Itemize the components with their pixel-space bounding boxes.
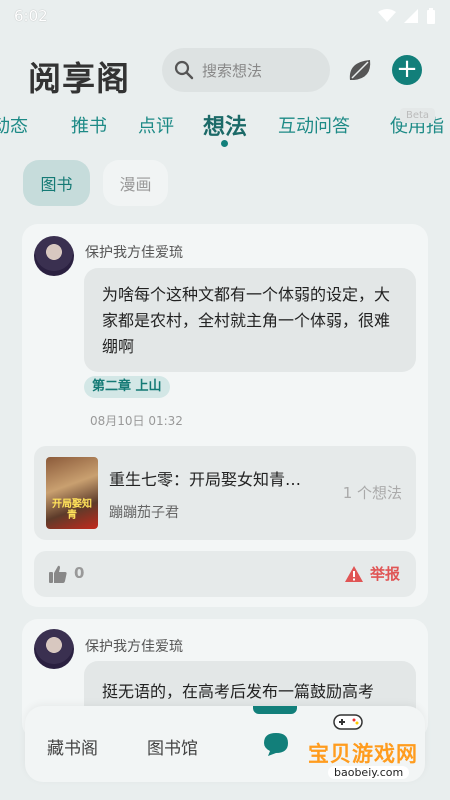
book-cover-title: 开局娶知青 xyxy=(52,499,92,521)
username[interactable]: 保护我方佳爱琉 xyxy=(85,636,183,656)
beta-badge: Beta xyxy=(400,108,436,123)
search-placeholder: 搜索想法 xyxy=(202,61,263,80)
username[interactable]: 保护我方佳爱琉 xyxy=(85,242,183,262)
tab-dongtai[interactable]: 动态 xyxy=(0,112,28,138)
idea-count: 1 个想法 xyxy=(342,484,402,502)
watermark-url: baobeiy.com xyxy=(328,766,410,779)
report-button[interactable]: 举报 xyxy=(344,563,400,584)
watermark: 宝贝游戏网 baobeiy.com xyxy=(298,710,438,790)
app-title: 阅享阁 xyxy=(28,59,130,98)
status-time: 6:02 xyxy=(14,7,48,25)
tab-tuishu[interactable]: 推书 xyxy=(71,112,107,138)
avatar[interactable] xyxy=(34,236,74,276)
book-card[interactable]: 开局娶知青 重生七零：开局娶女知青… 蹦蹦茄子君 1 个想法 xyxy=(34,446,416,540)
thumbs-up-icon[interactable] xyxy=(48,564,68,584)
signal-icon xyxy=(404,9,418,23)
action-bar: 0 举报 xyxy=(34,551,416,597)
warning-icon xyxy=(344,565,363,582)
post-date: 08月10日 01:32 xyxy=(90,414,183,428)
search-bar[interactable]: 搜索想法 xyxy=(162,48,330,92)
wifi-icon xyxy=(378,9,396,22)
search-icon xyxy=(174,60,194,80)
book-cover: 开局娶知青 xyxy=(46,457,98,529)
watermark-text: 宝贝游戏网 xyxy=(308,742,418,766)
category-books-button[interactable]: 图书 xyxy=(23,160,90,206)
report-label: 举报 xyxy=(369,565,400,583)
post-card: 保护我方佳爱琉 为啥每个这种文都有一个体弱的设定，大家都是农村，全村就主角一个体… xyxy=(22,224,428,607)
chapter-tag[interactable]: 第二章 上山 xyxy=(84,376,170,398)
book-title: 重生七零：开局娶女知青… xyxy=(109,470,302,489)
post-content[interactable]: 为啥每个这种文都有一个体弱的设定，大家都是农村，全村就主角一个体弱，很难绷啊 xyxy=(84,268,416,372)
nav-library[interactable]: 图书馆 xyxy=(147,734,198,759)
nav-bookshelf[interactable]: 藏书阁 xyxy=(47,734,98,759)
status-icons xyxy=(378,8,436,24)
add-button[interactable]: + xyxy=(392,55,422,85)
status-bar: 6:02 xyxy=(0,0,450,32)
nav-active-indicator xyxy=(253,706,297,714)
book-author: 蹦蹦茄子君 xyxy=(109,505,179,521)
category-comics-button[interactable]: 漫画 xyxy=(103,160,168,206)
header: 阅享阁 搜索想法 + xyxy=(0,42,450,100)
tab-hudong[interactable]: 互动问答 xyxy=(278,112,350,138)
chat-bubble-icon[interactable] xyxy=(262,731,290,757)
tab-dianping[interactable]: 点评 xyxy=(138,112,174,138)
active-tab-indicator xyxy=(221,140,228,147)
avatar[interactable] xyxy=(34,629,74,669)
like-count: 0 xyxy=(74,564,85,582)
tab-xiangfa[interactable]: 想法 xyxy=(203,109,247,141)
battery-icon xyxy=(427,8,435,24)
leaf-icon[interactable] xyxy=(346,56,374,84)
gamepad-icon xyxy=(333,714,363,730)
